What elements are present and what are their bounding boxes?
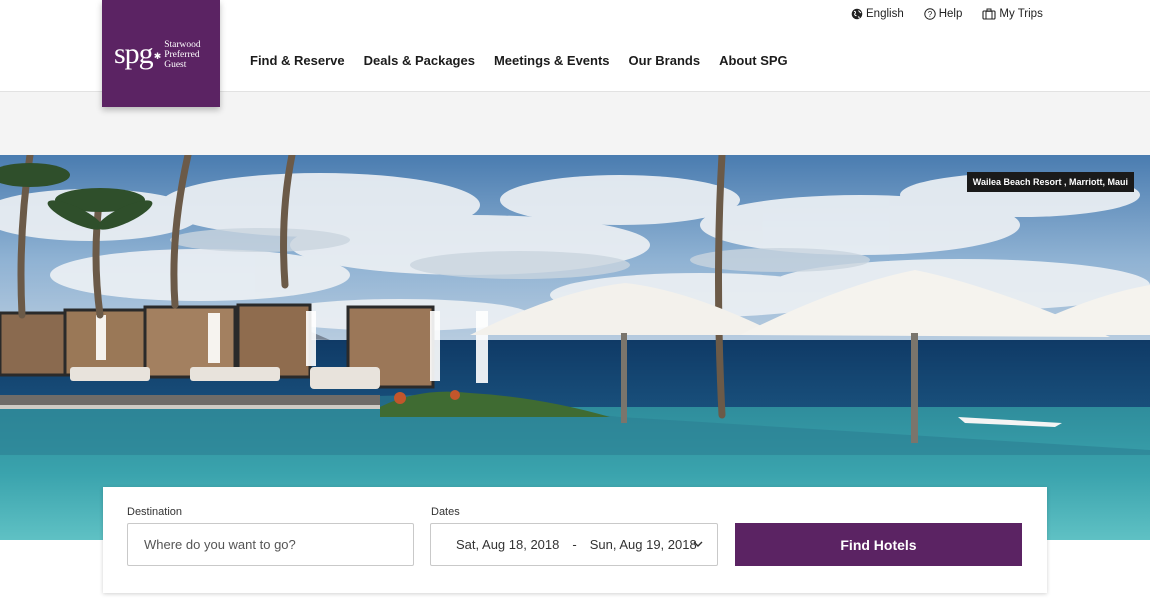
logo-word: Starwood <box>164 39 201 50</box>
my-trips-label: My Trips <box>999 8 1043 20</box>
nav-meetings-events[interactable]: Meetings & Events <box>494 53 610 68</box>
date-range-picker[interactable]: Sat, Aug 18, 2018 - Sun, Aug 19, 2018 <box>430 523 718 566</box>
date-separator: - <box>572 537 577 552</box>
logo-word: Guest <box>164 59 187 70</box>
help-link[interactable]: ? Help <box>924 8 963 20</box>
globe-icon <box>851 8 863 20</box>
chevron-down-icon <box>693 541 703 547</box>
site-header: spg ✱ Starwood Preferred Guest English ?… <box>0 0 1150 107</box>
help-icon: ? <box>924 8 936 20</box>
destination-input[interactable] <box>127 523 414 566</box>
logo-wordmark: Starwood Preferred Guest <box>164 40 200 70</box>
photo-caption: Wailea Beach Resort , Marriott, Maui <box>966 172 1134 192</box>
resort-photo <box>0 155 1150 540</box>
svg-text:?: ? <box>927 10 932 19</box>
help-label: Help <box>938 8 963 20</box>
main-nav: Find & Reserve Deals & Packages Meetings… <box>250 53 807 68</box>
spg-logo[interactable]: spg ✱ Starwood Preferred Guest <box>102 0 220 107</box>
nav-about-spg[interactable]: About SPG <box>719 53 788 68</box>
check-in-date: Sat, Aug 18, 2018 <box>456 537 560 552</box>
check-out-date: Sun, Aug 19, 2018 <box>589 537 697 552</box>
nav-deals-packages[interactable]: Deals & Packages <box>364 53 475 68</box>
logo-mark: spg <box>114 36 154 70</box>
hero-image: Wailea Beach Resort , Marriott, Maui <box>0 155 1150 540</box>
destination-label: Destination <box>127 506 183 518</box>
dates-label: Dates <box>431 506 460 518</box>
suitcase-icon <box>982 8 996 20</box>
language-label: English <box>866 8 904 20</box>
language-link[interactable]: English <box>851 8 904 20</box>
logo-star-icon: ✱ <box>153 51 162 61</box>
logo-word: Preferred <box>164 49 200 60</box>
utility-nav: English ? Help My Trips <box>851 8 1043 20</box>
find-hotels-button[interactable]: Find Hotels <box>735 523 1022 566</box>
my-trips-link[interactable]: My Trips <box>982 8 1043 20</box>
nav-our-brands[interactable]: Our Brands <box>629 53 701 68</box>
hotel-search-form: Destination Dates Sat, Aug 18, 2018 - Su… <box>103 487 1047 593</box>
nav-find-reserve[interactable]: Find & Reserve <box>250 53 345 68</box>
